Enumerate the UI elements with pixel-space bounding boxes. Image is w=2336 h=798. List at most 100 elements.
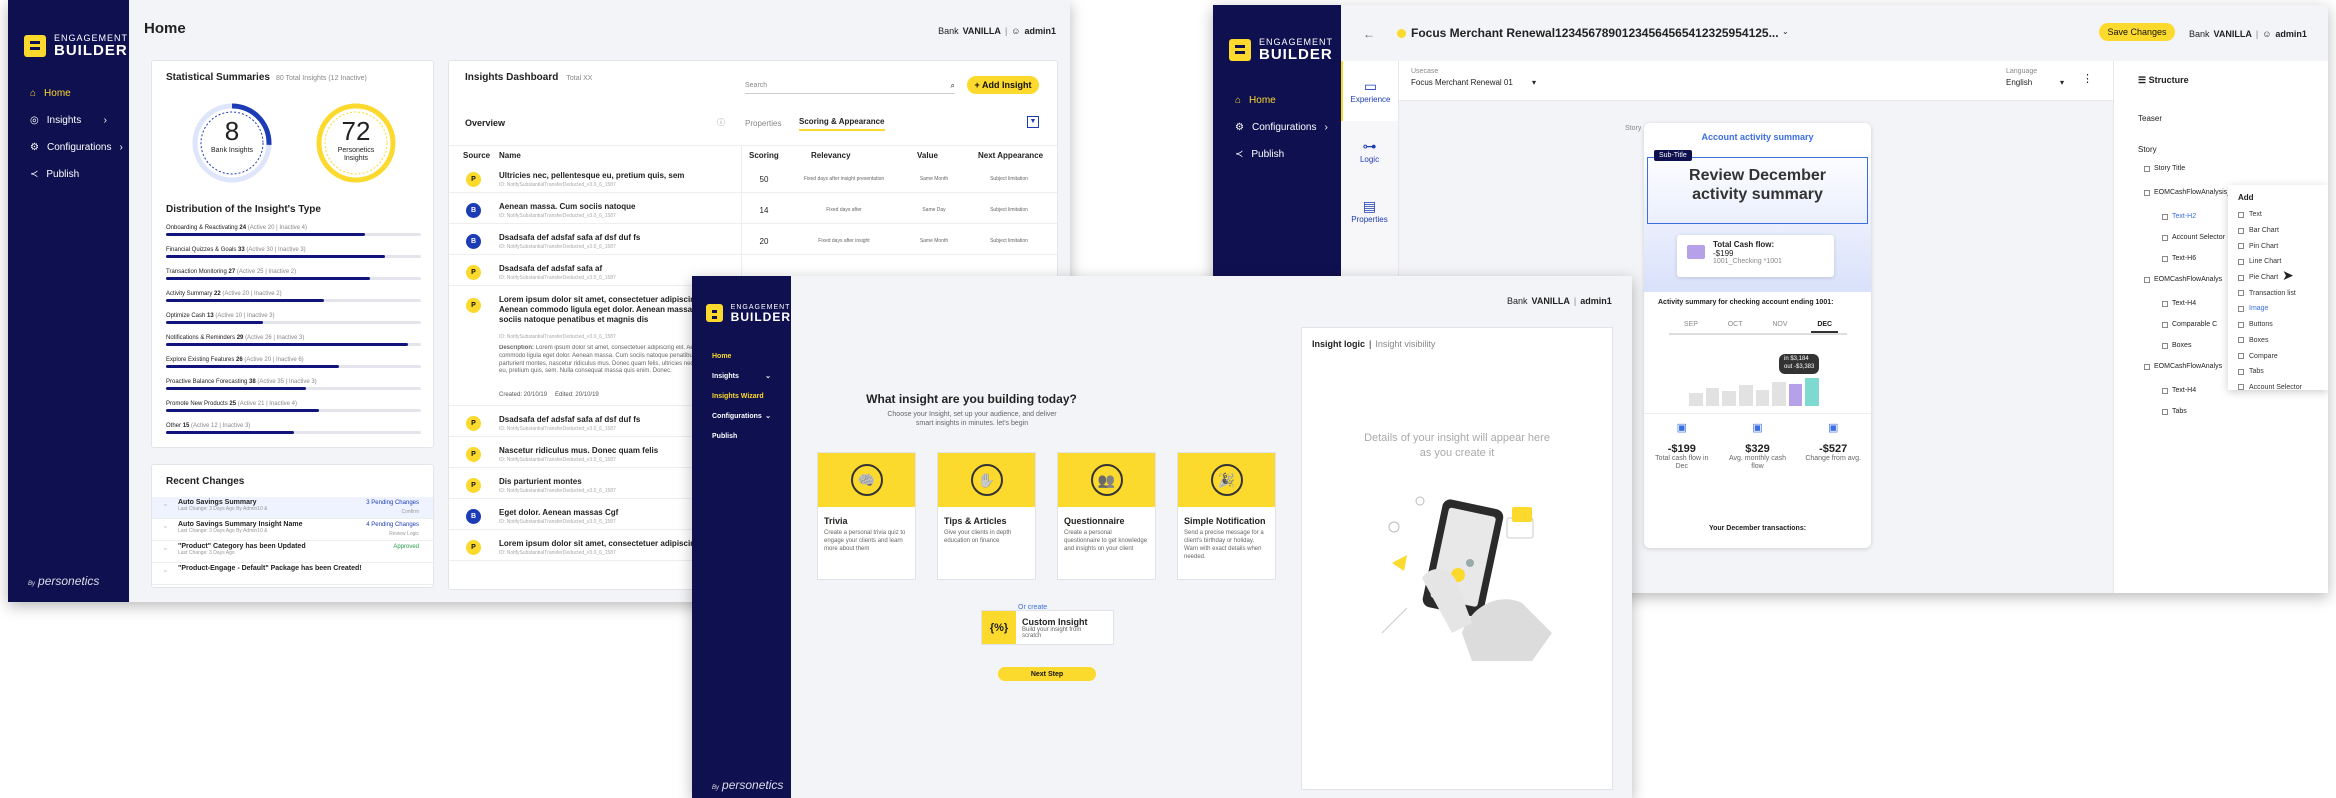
- nav-home[interactable]: Home: [692, 346, 791, 366]
- filter-icon[interactable]: ▼: [1027, 116, 1039, 128]
- tree-label: Comparable C: [2172, 321, 2218, 328]
- personetics-logo: By personetics: [712, 778, 783, 792]
- add-buttons[interactable]: Buttons: [2238, 317, 2302, 333]
- tree-item[interactable]: Comparable C: [2162, 321, 2217, 328]
- more-vertical-icon[interactable]: ⋮: [2082, 72, 2093, 85]
- tool-properties[interactable]: ▤ Properties: [1341, 181, 1398, 241]
- subtitle-selection[interactable]: Sub-Title Review December activity summa…: [1647, 150, 1868, 224]
- wizard-window: ENGAGEMENT BUILDER Home Insights ⌄ Insights …: [692, 276, 1632, 798]
- distribution-row: Other 15 (Active 12 | Inactive 3): [166, 423, 421, 434]
- add-boxes[interactable]: Boxes: [2238, 333, 2302, 349]
- component-icon: [2162, 408, 2168, 415]
- nav-publish[interactable]: Publish: [692, 426, 791, 446]
- tooltip-out: out -$3,383: [1784, 363, 1815, 370]
- add-text[interactable]: Text: [2238, 207, 2302, 223]
- usecase-value: Focus Merchant Renewal 01: [1411, 78, 1513, 87]
- teaser-label[interactable]: Teaser: [2138, 114, 2162, 123]
- add-pin-chart[interactable]: Pin Chart: [2238, 238, 2302, 254]
- add-transaction-list[interactable]: Transaction list: [2238, 285, 2302, 301]
- user-icon: ☺: [1011, 26, 1021, 36]
- col-scoring[interactable]: Scoring: [749, 151, 779, 160]
- col-value[interactable]: Value: [917, 151, 938, 160]
- info-icon[interactable]: ⓘ: [717, 117, 725, 128]
- col-source[interactable]: Source: [463, 151, 490, 160]
- tree-item[interactable]: EOMCashFlowAnalys: [2144, 276, 2222, 283]
- usecase-select[interactable]: Focus Merchant Renewal 01 ▾: [1411, 78, 1536, 87]
- table-row[interactable]: P Ultricies nec, pellentesque eu, pretiu…: [449, 167, 1057, 193]
- tree-item[interactable]: Boxes: [2162, 342, 2191, 349]
- nav-configurations[interactable]: Configurations ⌄: [692, 406, 791, 426]
- tree-item[interactable]: Text-H4: [2162, 387, 2196, 394]
- recent-item[interactable]: ▫ "Product-Engage - Default" Package has …: [152, 563, 433, 585]
- col-relevancy[interactable]: Relevancy: [811, 151, 851, 160]
- tree-item[interactable]: Text-H2: [2162, 213, 2196, 220]
- back-arrow-icon[interactable]: ←: [1363, 27, 1375, 41]
- user-name[interactable]: admin1: [1024, 26, 1056, 36]
- next-step-button[interactable]: Next Step: [998, 667, 1096, 681]
- component-icon: [2238, 353, 2244, 360]
- nav-configurations[interactable]: ⚙ Configurations ›: [8, 134, 129, 161]
- month-tab[interactable]: SEP: [1678, 321, 1704, 333]
- add-insight-button[interactable]: + Add Insight: [967, 76, 1039, 94]
- user-name[interactable]: admin1: [2275, 29, 2307, 39]
- tab-insight-visibility[interactable]: Insight visibility: [1375, 339, 1435, 349]
- logo: ENGAGEMENT BUILDER: [8, 0, 129, 70]
- tree-item[interactable]: Text-H4: [2162, 300, 2196, 307]
- tab-scoring[interactable]: Scoring & Appearance: [799, 117, 885, 131]
- col-name[interactable]: Name: [499, 151, 521, 160]
- tab-overview[interactable]: Overview: [465, 118, 505, 128]
- personetics-logo: By personetics: [28, 574, 99, 588]
- tile-simple-notification[interactable]: 🎉 Simple Notification Send a precise messa…: [1177, 452, 1276, 580]
- row-count: 25: [229, 401, 237, 407]
- tree-item[interactable]: Text-H6: [2162, 255, 2196, 262]
- tile-trivia[interactable]: 🧠 Trivia Create a personal trivia quiz to …: [817, 452, 916, 580]
- month-tab[interactable]: DEC: [1811, 321, 1839, 333]
- tab-properties[interactable]: Properties: [745, 119, 781, 128]
- tree-item[interactable]: Tabs: [2162, 408, 2187, 415]
- table-row[interactable]: B Aenean massa. Cum sociis natoque ID: N…: [449, 198, 1057, 224]
- save-changes-button[interactable]: Save Changes: [2099, 23, 2175, 41]
- nav-publish[interactable]: ≺ Publish: [1213, 141, 1341, 168]
- row-label: Other: [166, 423, 182, 429]
- tab-insight-logic[interactable]: Insight logic: [1312, 339, 1365, 349]
- tile-tips-articles[interactable]: ✋ Tips & Articles Give your clients in dep…: [937, 452, 1036, 580]
- recent-item[interactable]: ▫ Auto Savings Summary Insight Name Last C…: [152, 519, 433, 541]
- distribution-row: Proactive Balance Forecasting 38 (Active…: [166, 379, 421, 390]
- add-bar-chart[interactable]: Bar Chart: [2238, 223, 2302, 239]
- nav-home[interactable]: ⌂ Home: [8, 80, 129, 107]
- row-sub: (Active 26 | Inactive 3): [245, 335, 305, 341]
- nav-insights[interactable]: Insights ⌄: [692, 366, 791, 386]
- add-account-selector[interactable]: Account Selector: [2238, 380, 2302, 396]
- nav-insights[interactable]: ◎ Insights ›: [8, 107, 129, 134]
- language-value: English: [2006, 78, 2033, 87]
- month-tab[interactable]: NOV: [1766, 321, 1793, 333]
- col-next[interactable]: Next Appearance: [978, 151, 1043, 160]
- tree-item[interactable]: EOMCashFlowAnalys: [2144, 363, 2222, 370]
- tool-experience[interactable]: ▭ Experience: [1341, 61, 1398, 121]
- tool-logic[interactable]: ⊶ Logic: [1341, 121, 1398, 181]
- nav-insights-wizard[interactable]: Insights Wizard: [692, 386, 791, 406]
- story-label[interactable]: Story: [2138, 145, 2157, 154]
- add-compare[interactable]: Compare: [2238, 348, 2302, 364]
- component-icon: [2144, 363, 2150, 370]
- nav-publish[interactable]: ≺ Publish: [8, 161, 129, 188]
- recent-item[interactable]: ▫ "Product" Category has been Updated Last…: [152, 541, 433, 563]
- table-row[interactable]: B Dsadsafa def adsfaf safa af dsf duf fs…: [449, 229, 1057, 255]
- tree-item[interactable]: Story Title: [2144, 165, 2185, 172]
- add-image[interactable]: Image: [2238, 301, 2302, 317]
- tree-item[interactable]: Account Selector: [2162, 234, 2225, 241]
- search-input[interactable]: Search ⌕: [745, 78, 955, 94]
- nav-configurations[interactable]: ⚙ Configurations ›: [1213, 114, 1341, 141]
- chevron-down-icon[interactable]: ⌄: [1782, 27, 1789, 36]
- custom-insight-card[interactable]: {%} Custom Insight Build your insight fro…: [981, 610, 1114, 645]
- language-select[interactable]: English ▾: [2006, 78, 2064, 87]
- user-name[interactable]: admin1: [1580, 296, 1612, 306]
- add-item-label: Text: [2249, 211, 2262, 219]
- tile-name: Trivia: [824, 516, 848, 526]
- recent-item[interactable]: ▫ Auto Savings Summary Last Change: 3 Days…: [152, 497, 433, 519]
- add-tabs[interactable]: Tabs: [2238, 364, 2302, 380]
- nav-home[interactable]: ⌂ Home: [1213, 87, 1341, 114]
- tile-name: Tips & Articles: [944, 516, 1007, 526]
- month-tab[interactable]: OCT: [1722, 321, 1749, 333]
- tile-questionnaire[interactable]: 👥 Questionnaire Create a personal question…: [1057, 452, 1156, 580]
